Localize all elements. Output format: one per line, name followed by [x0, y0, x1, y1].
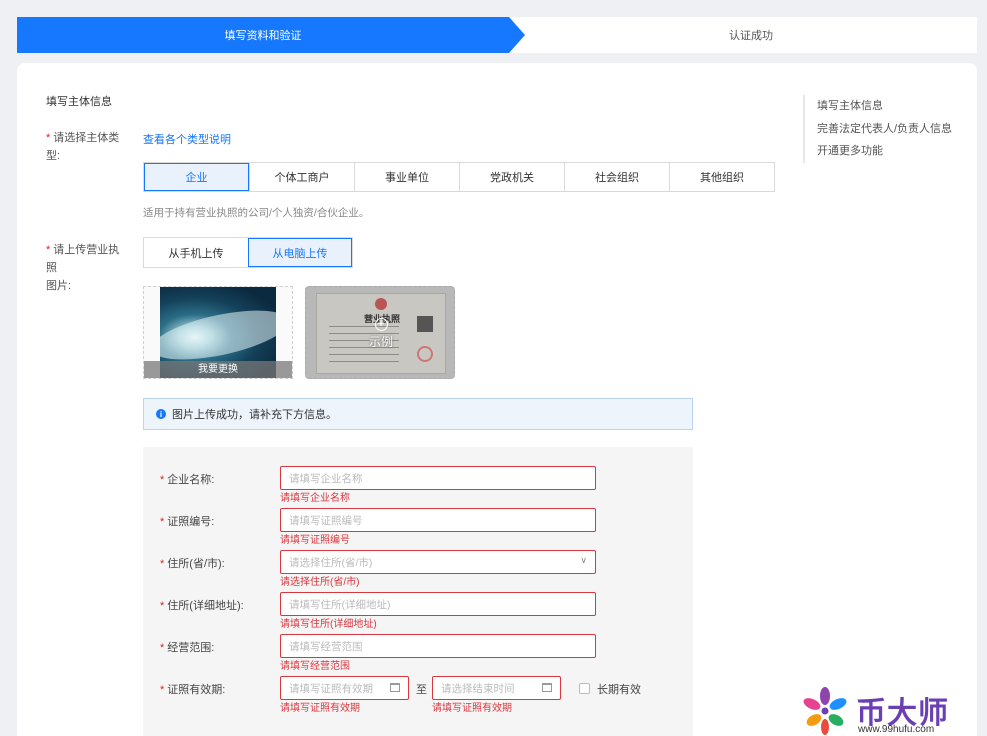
license-upload-label: * 请上传营业执照 图片: [46, 244, 120, 292]
address-detail-error: 请填写住所(详细地址) [280, 619, 377, 630]
type-option-individual-business[interactable]: 个体工商户 [249, 163, 354, 191]
address-detail-input[interactable]: 请填写住所(详细地址) [280, 592, 596, 616]
type-option-public-institution[interactable]: 事业单位 [354, 163, 459, 191]
step-fill-info: 填写资料和验证 [17, 17, 509, 53]
info-icon: i [156, 409, 166, 419]
license-no-label: * 证照编号: [160, 516, 215, 528]
type-explanation-link[interactable]: 查看各个类型说明 [143, 131, 231, 147]
province-city-select[interactable]: 请选择住所(省/市) ∨ [280, 550, 596, 574]
province-city-error: 请选择住所(省/市) [280, 577, 360, 588]
calendar-icon [542, 683, 552, 692]
anchor-more-features[interactable]: 开通更多功能 [817, 140, 952, 163]
validity-label: * 证照有效期: [160, 684, 226, 696]
address-detail-label: * 住所(详细地址): [160, 600, 244, 612]
required-mark: * [160, 684, 165, 696]
long-term-checkbox[interactable] [579, 683, 590, 694]
entity-type-selector: 企业 个体工商户 事业单位 党政机关 社会组织 其他组织 [143, 162, 775, 192]
upload-from-computer-button[interactable]: 从电脑上传 [248, 238, 352, 267]
calendar-icon [390, 683, 400, 692]
company-name-label: * 企业名称: [160, 474, 215, 486]
required-mark: * [160, 558, 165, 570]
zoom-plus-icon: + [374, 317, 388, 331]
sample-label: 示例 [368, 334, 393, 349]
sample-license[interactable]: 营业执照 + 示例 [305, 286, 455, 379]
type-option-enterprise[interactable]: 企业 [144, 163, 249, 191]
type-option-social-org[interactable]: 社会组织 [564, 163, 669, 191]
required-mark: * [160, 642, 165, 654]
required-mark: * [160, 474, 165, 486]
step-arrow [509, 17, 525, 53]
province-city-label: * 住所(省/市): [160, 558, 225, 570]
type-option-government[interactable]: 党政机关 [459, 163, 564, 191]
validity-start-input[interactable]: 请填写证照有效期 [280, 676, 409, 700]
validity-start-placeholder: 请填写证照有效期 [289, 682, 373, 695]
type-option-other-org[interactable]: 其他组织 [669, 163, 774, 191]
main-card: 填写主体信息 填写主体信息 完善法定代表人/负责人信息 开通更多功能 * 请选择主… [17, 63, 977, 736]
upload-from-phone-button[interactable]: 从手机上传 [144, 238, 248, 267]
validity-end-input[interactable]: 请选择结束时间 [432, 676, 561, 700]
required-mark: * [46, 244, 51, 256]
replace-image-button[interactable]: 我要更换 [144, 361, 292, 378]
progress-steps: 填写资料和验证 认证成功 [17, 17, 977, 53]
company-name-error: 请填写企业名称 [280, 493, 350, 504]
business-scope-label: * 经营范围: [160, 642, 215, 654]
date-range-separator: 至 [416, 684, 427, 696]
step-success: 认证成功 [729, 30, 773, 42]
upload-success-text: 图片上传成功，请补充下方信息。 [172, 409, 337, 421]
upload-source-selector: 从手机上传 从电脑上传 [143, 237, 353, 268]
watermark-url: www.99hufu.com [858, 724, 935, 735]
business-scope-error: 请填写经营范围 [280, 661, 350, 672]
uploaded-license-thumbnail[interactable]: 我要更换 [143, 286, 293, 379]
anchor-fill-info[interactable]: 填写主体信息 [817, 95, 952, 118]
wave-highlight [160, 300, 276, 370]
sample-overlay: + 示例 [306, 287, 454, 378]
validity-end-error: 请填写证照有效期 [432, 703, 512, 714]
license-no-input[interactable]: 请填写证照编号 [280, 508, 596, 532]
business-scope-input[interactable]: 请填写经营范围 [280, 634, 596, 658]
section-title: 填写主体信息 [46, 96, 112, 108]
upload-success-alert: i 图片上传成功，请补充下方信息。 [143, 398, 693, 430]
required-mark: * [46, 132, 51, 144]
required-mark: * [160, 516, 165, 528]
chevron-down-icon: ∨ [580, 555, 587, 565]
flower-logo-icon [803, 687, 847, 735]
license-info-form: * 企业名称: 请填写企业名称 请填写企业名称 * 证照编号: 请填写证照编号 请填… [143, 447, 693, 736]
company-name-input[interactable]: 请填写企业名称 [280, 466, 596, 490]
right-anchor-nav: 填写主体信息 完善法定代表人/负责人信息 开通更多功能 [803, 95, 952, 163]
province-city-placeholder: 请选择住所(省/市) [289, 556, 373, 569]
required-mark: * [160, 600, 165, 612]
validity-end-placeholder: 请选择结束时间 [441, 682, 515, 695]
entity-type-hint: 适用于持有营业执照的公司/个人独资/合伙企业。 [143, 207, 370, 219]
validity-start-error: 请填写证照有效期 [280, 703, 360, 714]
anchor-legal-rep[interactable]: 完善法定代表人/负责人信息 [817, 118, 952, 141]
long-term-label[interactable]: 长期有效 [597, 681, 641, 697]
watermark-logo: 币大师 www.99hufu.com [798, 686, 968, 736]
entity-type-label: * 请选择主体类 型: [46, 132, 120, 162]
license-no-error: 请填写证照编号 [280, 535, 350, 546]
